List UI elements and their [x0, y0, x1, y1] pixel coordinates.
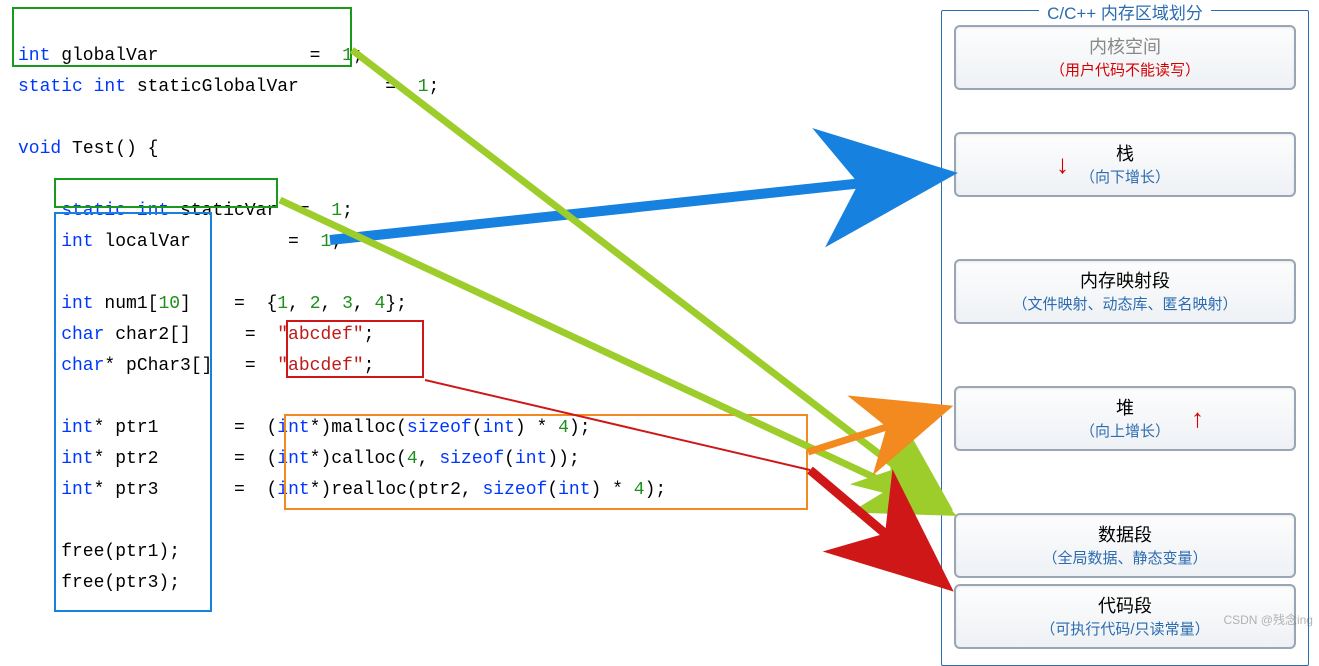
region-mmap: 内存映射段 （文件映射、动态库、匿名映射） [954, 259, 1296, 324]
memory-legend: C/C++ 内存区域划分 内核空间 （用户代码不能读写） ↓ 栈 （向下增长） … [941, 10, 1309, 666]
region-heap: ↑ 堆 （向上增长） [954, 386, 1296, 451]
region-kernel: 内核空间 （用户代码不能读写） [954, 25, 1296, 90]
down-arrow-icon: ↓ [1056, 148, 1069, 179]
memory-panel: C/C++ 内存区域划分 内核空间 （用户代码不能读写） ↓ 栈 （向下增长） … [941, 0, 1309, 666]
code-block: int globalVar = 1; static int staticGlob… [0, 0, 920, 609]
legend-title: C/C++ 内存区域划分 [1039, 0, 1211, 24]
watermark: CSDN @残念ing [1223, 611, 1313, 628]
region-stack: ↓ 栈 （向下增长） [954, 132, 1296, 197]
up-arrow-icon: ↑ [1191, 402, 1204, 433]
region-data: 数据段 （全局数据、静态变量） [954, 513, 1296, 578]
